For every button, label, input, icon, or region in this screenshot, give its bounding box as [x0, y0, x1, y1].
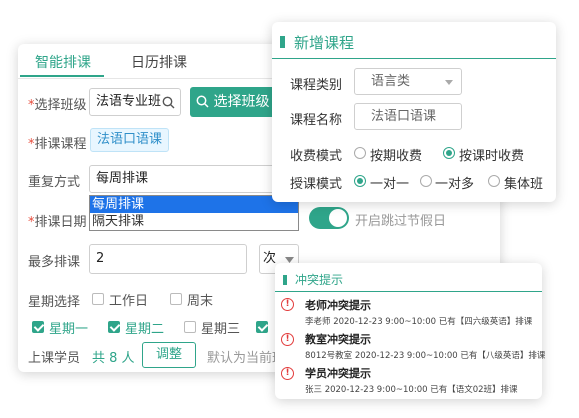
adjust-students-button[interactable]: 调整: [142, 342, 196, 368]
conflict-item-title: 教室冲突提示: [305, 333, 371, 346]
max-input[interactable]: 2: [89, 244, 247, 274]
wednesday-label: 星期三: [201, 322, 241, 337]
active-tab-indicator: [20, 75, 104, 77]
title-accent-bar: [280, 36, 285, 48]
mode-group-label: 集体班: [504, 177, 544, 192]
class-select-value: 法语专业班: [96, 94, 162, 109]
mode-group-radio[interactable]: [488, 175, 500, 187]
date-label: *排课日期: [28, 215, 87, 230]
students-count: 共 8 人: [92, 351, 135, 366]
repeat-label: 重复方式: [28, 175, 81, 190]
conflict-item-title: 老师冲突提示: [305, 299, 371, 312]
fee-per-lesson-radio[interactable]: [443, 147, 455, 159]
teach-mode-label: 授课模式: [290, 177, 343, 192]
weekday-label: 星期选择: [28, 295, 81, 310]
fee-per-term-radio[interactable]: [354, 147, 366, 159]
course-name-value: 法语口语课: [371, 109, 437, 124]
course-label: *排课课程: [28, 137, 87, 152]
fee-per-term-label: 按期收费: [370, 149, 423, 164]
workday-checkbox[interactable]: [92, 293, 104, 305]
repeat-option-weekly[interactable]: 每周排课: [90, 196, 298, 213]
category-select[interactable]: 语言类: [354, 68, 462, 95]
students-label: 上课学员: [28, 351, 81, 366]
mode-one-to-many-radio[interactable]: [420, 175, 432, 187]
mode-one-on-one-radio[interactable]: [354, 175, 366, 187]
tab-calendar-schedule[interactable]: 日历排课: [131, 52, 187, 72]
conflict-item-detail: 李老师 2020-12-23 9:00~10:00 已有【四六级英语】排课: [305, 317, 533, 327]
conflict-divider: [275, 291, 542, 292]
course-tag[interactable]: 法语口语课: [90, 128, 170, 152]
repeat-option-alternate[interactable]: 隔天排课: [90, 213, 298, 230]
conflict-title: 冲突提示: [295, 273, 344, 287]
select-class-button-label: 选择班级: [213, 94, 270, 110]
students-note: 默认为当前班: [207, 351, 286, 366]
warning-icon: !: [281, 333, 294, 346]
tuesday-checkbox[interactable]: [108, 321, 120, 333]
max-unit-value: 次: [263, 251, 277, 266]
course-name-input[interactable]: 法语口语课: [354, 103, 462, 130]
conflict-item-title: 学员冲突提示: [305, 367, 371, 380]
monday-label: 星期一: [49, 322, 89, 337]
tuesday-label: 星期二: [125, 322, 165, 337]
weekend-checkbox[interactable]: [170, 293, 182, 305]
select-class-button[interactable]: 选择班级: [190, 87, 278, 117]
monday-checkbox[interactable]: [32, 321, 44, 333]
course-name-label: 课程名称: [290, 113, 343, 128]
weekend-label: 周末: [187, 294, 214, 309]
conflict-accent-bar: [283, 275, 287, 285]
conflict-item-detail: 张三 2020-12-23 9:00~10:00 已有【语文02班】排课: [305, 385, 518, 395]
search-icon: [162, 96, 175, 109]
warning-icon: !: [281, 367, 294, 380]
class-select-input[interactable]: 法语专业班: [89, 88, 181, 116]
new-course-title: 新增课程: [294, 34, 355, 52]
caret-down-icon: [445, 80, 453, 85]
title-divider: [272, 58, 556, 59]
fee-per-lesson-label: 按课时收费: [459, 149, 525, 164]
warning-icon: !: [281, 298, 294, 311]
tab-smart-schedule[interactable]: 智能排课: [35, 52, 91, 72]
repeat-dropdown: 每周排课 隔天排课: [89, 195, 299, 231]
repeat-select[interactable]: 每周排课: [89, 165, 299, 193]
category-label: 课程类别: [290, 78, 343, 93]
wednesday-checkbox[interactable]: [184, 321, 196, 333]
skip-holiday-label: 开启跳过节假日: [355, 214, 447, 229]
thursday-checkbox[interactable]: [256, 321, 268, 333]
mode-one-to-many-label: 一对多: [435, 177, 475, 192]
toggle-knob: [329, 209, 347, 227]
max-label: 最多排课: [28, 255, 81, 270]
class-select-label: *选择班级: [28, 98, 87, 113]
skip-holiday-toggle[interactable]: [309, 207, 349, 229]
conflict-item-detail: 8012号教室 2020-12-23 9:00~10:00 已有【八级英语】排课: [305, 351, 546, 361]
mode-one-on-one-label: 一对一: [370, 177, 410, 192]
category-value: 语言类: [371, 74, 411, 89]
conflict-card: 冲突提示 ! 老师冲突提示 李老师 2020-12-23 9:00~10:00 …: [275, 263, 546, 399]
search-icon: [196, 95, 209, 108]
repeat-value: 每周排课: [96, 171, 149, 186]
max-value: 2: [96, 251, 105, 266]
new-course-card: 新增课程 课程类别 语言类 课程名称 法语口语课 收费模式 按期收费 按课时收费…: [272, 22, 556, 202]
fee-mode-label: 收费模式: [290, 149, 343, 164]
workday-label: 工作日: [109, 294, 149, 309]
